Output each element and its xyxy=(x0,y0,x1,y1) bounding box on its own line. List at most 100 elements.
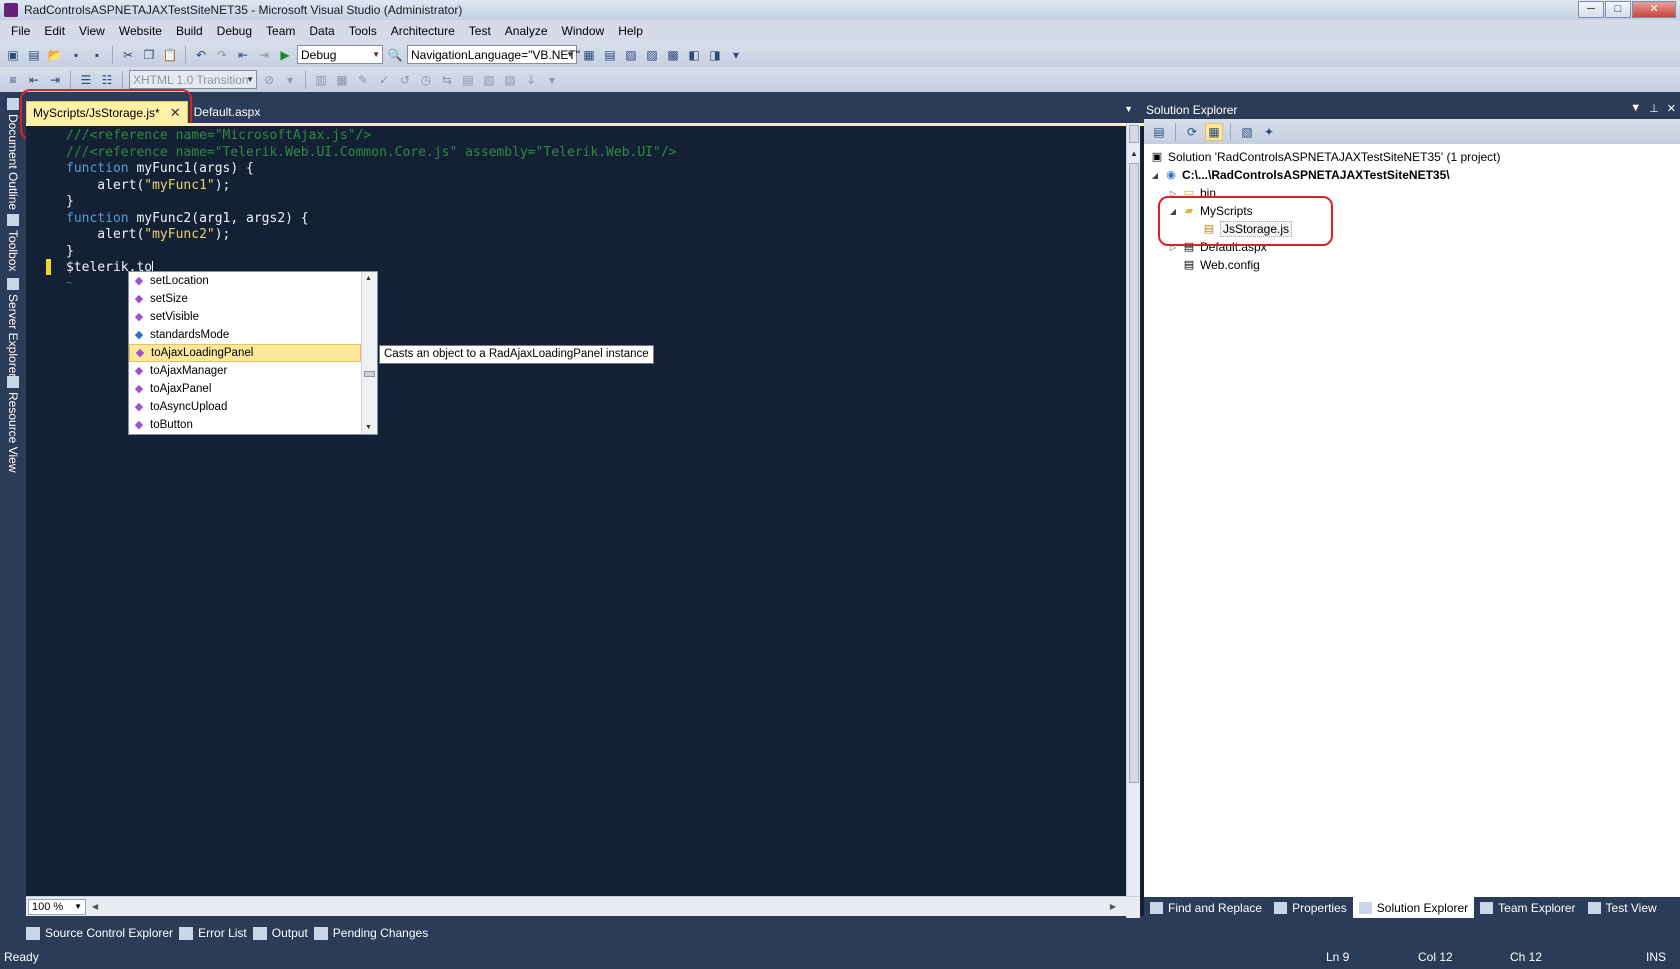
new-project-icon[interactable]: ▣ xyxy=(4,46,22,64)
check-in-icon[interactable]: ✓ xyxy=(375,71,393,89)
tree-node-myscripts[interactable]: ◢ ▰ MyScripts xyxy=(1144,202,1680,220)
editor-vertical-scrollbar[interactable]: ▲ ▼ xyxy=(1126,123,1140,918)
completion-item[interactable]: ◆ setVisible xyxy=(129,308,361,326)
code-content[interactable]: ///<reference name="MicrosoftAjax.js"/> … xyxy=(66,128,676,277)
completion-item[interactable]: ◆ setSize xyxy=(129,290,361,308)
increase-indent-icon[interactable]: ⇥ xyxy=(46,71,64,89)
tree-node-solution[interactable]: ▣ Solution 'RadControlsASPNETAJAXTestSit… xyxy=(1144,148,1680,166)
toolbox-icon[interactable]: ▨ xyxy=(643,46,661,64)
tab-test-view[interactable]: Test View xyxy=(1582,897,1663,918)
unshelve-icon[interactable]: ▧ xyxy=(480,71,498,89)
annotate-icon[interactable]: ⇓ xyxy=(522,71,540,89)
menu-analyze[interactable]: Analyze xyxy=(498,20,555,42)
validation-schema-select[interactable]: XHTML 1.0 Transition ▼ xyxy=(129,70,257,89)
document-outline-tab[interactable]: Document Outline xyxy=(3,98,23,210)
tab-output[interactable]: Output xyxy=(252,926,308,940)
scroll-down-icon[interactable]: ▼ xyxy=(365,424,372,431)
server-explorer-tab[interactable]: Server Explorer xyxy=(3,278,23,377)
auto-hide-pin-icon[interactable]: ⊥ xyxy=(1649,102,1659,115)
find-in-files-icon[interactable]: 🔍 xyxy=(386,46,404,64)
close-tab-icon[interactable]: ✕ xyxy=(170,105,181,121)
tree-node-default-aspx[interactable]: ▷ ▤ Default.aspx xyxy=(1144,238,1680,256)
properties-window-icon[interactable]: ▤ xyxy=(601,46,619,64)
extension-manager-icon[interactable]: ◧ xyxy=(685,46,703,64)
tree-node-project[interactable]: ◢ ◉ C:\...\RadControlsASPNETAJAXTestSite… xyxy=(1144,166,1680,184)
uncomment-icon[interactable]: ☷ xyxy=(98,71,116,89)
completion-item[interactable]: ◆ toButton xyxy=(129,416,361,434)
collapse-icon[interactable]: ◢ xyxy=(1168,207,1178,216)
undo-checkout-icon[interactable]: ↺ xyxy=(396,71,414,89)
scroll-right-icon[interactable]: ▶ xyxy=(1110,902,1116,911)
comment-icon[interactable]: ☰ xyxy=(77,71,95,89)
code-editor[interactable]: ///<reference name="MicrosoftAjax.js"/> … xyxy=(26,123,1149,916)
intellisense-scrollbar[interactable]: ▲ ▼ xyxy=(361,272,377,434)
paste-icon[interactable]: 📋 xyxy=(161,46,179,64)
minimize-button[interactable]: ─ xyxy=(1578,1,1604,18)
menu-architecture[interactable]: Architecture xyxy=(384,20,462,42)
toolbar-options-icon-3[interactable]: ▾ xyxy=(543,71,561,89)
completion-item-selected[interactable]: ◆ toAjaxLoadingPanel xyxy=(129,344,361,362)
navigate-forward-icon[interactable]: ⇥ xyxy=(255,46,273,64)
show-all-files-icon[interactable]: ▦ xyxy=(1205,122,1223,141)
command-window-icon[interactable]: ◨ xyxy=(706,46,724,64)
copy-website-icon[interactable]: ▧ xyxy=(1238,123,1256,141)
resource-view-tab[interactable]: Resource View xyxy=(3,376,23,472)
undo-icon[interactable]: ↶ xyxy=(192,46,210,64)
check-accessibility-icon[interactable]: ⊘ xyxy=(260,71,278,89)
completion-item[interactable]: ◆ toAsyncUpload xyxy=(129,398,361,416)
get-latest-icon[interactable]: ▦ xyxy=(333,71,351,89)
zoom-select[interactable]: 100 % ▼ xyxy=(28,898,86,915)
navigate-backward-icon[interactable]: ⇤ xyxy=(234,46,252,64)
shelve-icon[interactable]: ▤ xyxy=(459,71,477,89)
menu-tools[interactable]: Tools xyxy=(342,20,384,42)
start-debugging-icon[interactable]: ▶ xyxy=(276,46,294,64)
expand-icon[interactable]: ▷ xyxy=(1168,189,1178,198)
tab-error-list[interactable]: Error List xyxy=(179,926,247,940)
scroll-thumb[interactable] xyxy=(1129,163,1139,783)
compare-icon[interactable]: ⇆ xyxy=(438,71,456,89)
solution-configuration-select[interactable]: Debug ▼ xyxy=(297,45,383,64)
check-out-icon[interactable]: ✎ xyxy=(354,71,372,89)
decrease-indent-icon[interactable]: ⇤ xyxy=(25,71,43,89)
tree-node-web-config[interactable]: ▤ Web.config xyxy=(1144,256,1680,274)
window-position-icon[interactable]: ▼ xyxy=(1630,102,1641,115)
add-item-icon[interactable]: ▤ xyxy=(25,46,43,64)
asp-net-configuration-icon[interactable]: ✦ xyxy=(1260,123,1278,141)
tab-team-explorer[interactable]: Team Explorer xyxy=(1474,897,1581,918)
menu-file[interactable]: File xyxy=(4,20,37,42)
completion-item[interactable]: ◆ toAjaxManager xyxy=(129,362,361,380)
menu-edit[interactable]: Edit xyxy=(37,20,72,42)
tab-properties[interactable]: Properties xyxy=(1268,897,1353,918)
menu-website[interactable]: Website xyxy=(112,20,169,42)
solution-explorer-icon[interactable]: ▦ xyxy=(580,46,598,64)
tab-jsstorage[interactable]: MyScripts/JsStorage.js* ✕ xyxy=(26,101,188,123)
refresh-icon[interactable]: ⟳ xyxy=(1183,123,1201,141)
cut-icon[interactable]: ✂ xyxy=(119,46,137,64)
scroll-left-icon[interactable]: ◀ xyxy=(92,902,98,911)
menu-team[interactable]: Team xyxy=(259,20,302,42)
tab-solution-explorer[interactable]: Solution Explorer xyxy=(1352,897,1475,918)
menu-test[interactable]: Test xyxy=(462,20,498,42)
format-selection-icon[interactable]: ≡ xyxy=(4,71,22,89)
toolbar-options-icon[interactable]: ▾ xyxy=(727,46,745,64)
expand-icon[interactable]: ▷ xyxy=(1168,243,1178,252)
collapse-icon[interactable]: ◢ xyxy=(1150,171,1160,180)
properties-icon[interactable]: ▤ xyxy=(1150,123,1168,141)
scroll-thumb[interactable] xyxy=(364,371,375,377)
start-page-icon[interactable]: ▩ xyxy=(664,46,682,64)
property-search-select[interactable]: NavigationLanguage="VB.NET" ▼ xyxy=(407,45,580,64)
menu-window[interactable]: Window xyxy=(555,20,612,42)
tab-source-control-explorer[interactable]: Source Control Explorer xyxy=(26,926,173,940)
close-panel-icon[interactable]: ✕ xyxy=(1667,102,1676,115)
history-icon[interactable]: ◷ xyxy=(417,71,435,89)
menu-data[interactable]: Data xyxy=(302,20,341,42)
menu-view[interactable]: View xyxy=(72,20,112,42)
object-browser-icon[interactable]: ▧ xyxy=(622,46,640,64)
open-file-icon[interactable]: 📂 xyxy=(46,46,64,64)
completion-item[interactable]: ◆ standardsMode xyxy=(129,326,361,344)
menu-help[interactable]: Help xyxy=(611,20,650,42)
completion-item[interactable]: ◆ toAjaxPanel xyxy=(129,380,361,398)
pending-checkin-icon[interactable]: ▥ xyxy=(312,71,330,89)
scroll-up-icon[interactable]: ▲ xyxy=(1127,147,1141,161)
toolbar-options-icon-2[interactable]: ▾ xyxy=(281,71,299,89)
